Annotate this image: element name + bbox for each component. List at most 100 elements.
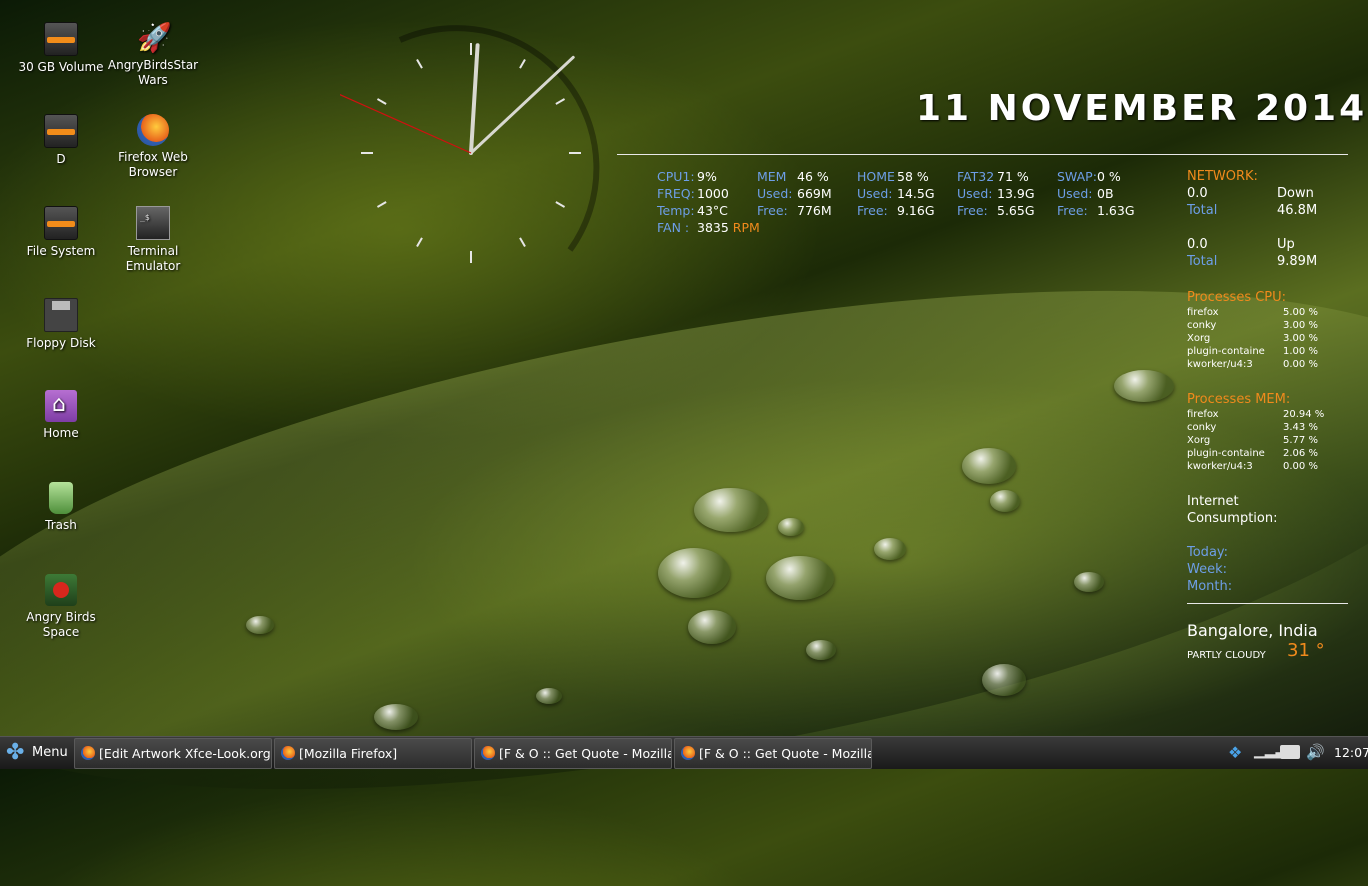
home-used: 14.5G bbox=[897, 186, 935, 201]
analog-clock bbox=[340, 25, 600, 263]
process-row: plugin-containe 1.00 % bbox=[1187, 345, 1347, 358]
desktop-icon-label: Floppy Disk bbox=[26, 336, 96, 350]
task-label: [F & O :: Get Quote - Mozilla Fi... bbox=[499, 746, 672, 761]
desktop-icon-label: Angry Birds Space bbox=[26, 610, 96, 639]
fat32-used: 13.9G bbox=[997, 186, 1035, 201]
temp-label: Temp: bbox=[657, 203, 695, 218]
desktop-icon-firefox[interactable]: Firefox Web Browser bbox=[107, 114, 199, 180]
fat32-free: 5.65G bbox=[997, 203, 1035, 218]
conky-internet-consumption: Internet Consumption: Today: Week: Month… bbox=[1187, 493, 1347, 595]
internet-title-1: Internet bbox=[1187, 494, 1239, 509]
process-value: 3.43 % bbox=[1283, 422, 1318, 433]
desktop-icon-file-system[interactable]: File System bbox=[15, 206, 107, 259]
home-free: 9.16G bbox=[897, 203, 935, 218]
desktop-icon-label: D bbox=[56, 152, 66, 166]
home-used-label: Used: bbox=[857, 186, 893, 201]
processes-mem-title: Processes MEM: bbox=[1187, 392, 1291, 407]
processes-cpu-title: Processes CPU: bbox=[1187, 290, 1287, 305]
freq-value: 1000 bbox=[697, 186, 729, 201]
download-total: 46.8M bbox=[1277, 203, 1318, 218]
clock-tick bbox=[376, 201, 387, 208]
firefox-icon bbox=[681, 746, 695, 760]
angry-birds-icon bbox=[45, 574, 77, 606]
desktop-icon-home[interactable]: Home bbox=[15, 390, 107, 441]
clock-tick bbox=[555, 201, 566, 208]
conky-divider-weather bbox=[1187, 603, 1348, 604]
conky-processes-mem: Processes MEM: firefox 20.94 % conky 3.43 … bbox=[1187, 391, 1347, 473]
process-row: kworker/u4:3 0.00 % bbox=[1187, 460, 1347, 473]
xfce-mouse-icon: ✤ bbox=[6, 740, 25, 765]
desktop-icon-angry-birds-space[interactable]: Angry Birds Space bbox=[15, 574, 107, 640]
process-row: firefox 5.00 % bbox=[1187, 306, 1347, 319]
task-label: [F & O :: Get Quote - Mozilla Fi... bbox=[699, 746, 872, 761]
firefox-icon bbox=[281, 746, 295, 760]
process-value: 2.06 % bbox=[1283, 448, 1318, 459]
desktop-icon-d-drive[interactable]: D bbox=[15, 114, 107, 167]
mem-free: 776M bbox=[797, 203, 832, 218]
process-value: 5.77 % bbox=[1283, 435, 1318, 446]
home-folder-icon bbox=[45, 390, 77, 422]
taskbar-window-button[interactable]: [F & O :: Get Quote - Mozilla Fi... bbox=[474, 738, 672, 769]
internet-today-label: Today: bbox=[1187, 545, 1229, 560]
desktop-icon-label: Home bbox=[43, 426, 79, 440]
desktop-icon-trash[interactable]: Trash bbox=[15, 482, 107, 533]
drive-icon bbox=[44, 22, 78, 56]
taskbar-window-button[interactable]: [Mozilla Firefox] bbox=[274, 738, 472, 769]
clock-tick bbox=[376, 98, 387, 105]
drive-icon bbox=[44, 114, 78, 148]
process-value: 20.94 % bbox=[1283, 409, 1325, 420]
upload-total-label: Total bbox=[1187, 254, 1218, 269]
weather-city: Bangalore, India bbox=[1187, 621, 1318, 640]
conky-network-block: NETWORK: 0.0 Down Total 46.8M 0.0 Up Total 9… bbox=[1187, 168, 1337, 270]
upload-label: Up bbox=[1277, 237, 1295, 252]
wallpaper-leaf bbox=[0, 194, 1368, 886]
upload-rate: 0.0 bbox=[1187, 237, 1208, 252]
dropbox-icon[interactable]: ❖ bbox=[1228, 743, 1242, 775]
keyboard-icon[interactable] bbox=[1280, 745, 1300, 759]
second-hand bbox=[340, 94, 472, 154]
fat32-percent: 71 % bbox=[997, 169, 1029, 184]
weather-condition: PARTLY CLOUDY bbox=[1187, 650, 1266, 661]
taskbar: ✤ Menu [Edit Artwork Xfce-Look.org - ...… bbox=[0, 736, 1368, 769]
process-value: 0.00 % bbox=[1283, 461, 1318, 472]
desktop-icon-30gb-volume[interactable]: 30 GB Volume bbox=[15, 22, 107, 75]
taskbar-window-button[interactable]: [F & O :: Get Quote - Mozilla Fi... bbox=[674, 738, 872, 769]
conky-processes-cpu: Processes CPU: firefox 5.00 % conky 3.00 %… bbox=[1187, 289, 1347, 371]
conky-swap-block: SWAP:0 % Used: 0B Free: 1.63G bbox=[1057, 168, 1135, 219]
desktop-icon-angrybirds-starwars[interactable]: 🚀 AngryBirdsStar Wars bbox=[107, 22, 199, 88]
mem-used-label: Used: bbox=[757, 186, 793, 201]
temp-value: 43°C bbox=[697, 203, 728, 218]
menu-label: Menu bbox=[32, 745, 68, 760]
process-row: conky 3.43 % bbox=[1187, 421, 1347, 434]
home-free-label: Free: bbox=[857, 203, 888, 218]
process-row: plugin-containe 2.06 % bbox=[1187, 447, 1347, 460]
process-name: conky bbox=[1187, 422, 1217, 433]
swap-free-label: Free: bbox=[1057, 203, 1088, 218]
conky-cpu-block: CPU1: 9% FREQ: 1000 Temp: 43°C FAN : 3835 RP… bbox=[657, 168, 760, 236]
process-name: firefox bbox=[1187, 307, 1219, 318]
hour-hand bbox=[469, 43, 480, 155]
rocket-icon: 🚀 bbox=[137, 21, 172, 54]
internet-month-label: Month: bbox=[1187, 579, 1233, 594]
process-name: plugin-containe bbox=[1187, 346, 1265, 357]
cpu1-value: 9% bbox=[697, 169, 717, 184]
swap-free: 1.63G bbox=[1097, 203, 1135, 218]
process-value: 5.00 % bbox=[1283, 307, 1318, 318]
firefox-icon bbox=[137, 114, 169, 146]
taskbar-window-button[interactable]: [Edit Artwork Xfce-Look.org - ... bbox=[74, 738, 272, 769]
swap-label: SWAP: bbox=[1057, 169, 1097, 184]
freq-label: FREQ: bbox=[657, 186, 695, 201]
weather-temperature: 31 ° bbox=[1287, 640, 1325, 661]
desktop-icon-floppy[interactable]: Floppy Disk bbox=[15, 298, 107, 351]
home-percent: 58 % bbox=[897, 169, 929, 184]
process-row: Xorg 3.00 % bbox=[1187, 332, 1347, 345]
menu-button[interactable]: ✤ Menu bbox=[0, 737, 72, 769]
swap-percent: 0 % bbox=[1097, 169, 1121, 184]
mem-label: MEM bbox=[757, 169, 787, 184]
internet-title-2: Consumption: bbox=[1187, 511, 1278, 526]
volume-icon[interactable]: 🔊 bbox=[1306, 743, 1325, 775]
process-value: 3.00 % bbox=[1283, 320, 1318, 331]
desktop-icon-terminal[interactable]: Terminal Emulator bbox=[107, 206, 199, 274]
process-value: 1.00 % bbox=[1283, 346, 1318, 357]
taskbar-clock[interactable]: 12:07 bbox=[1334, 745, 1368, 777]
